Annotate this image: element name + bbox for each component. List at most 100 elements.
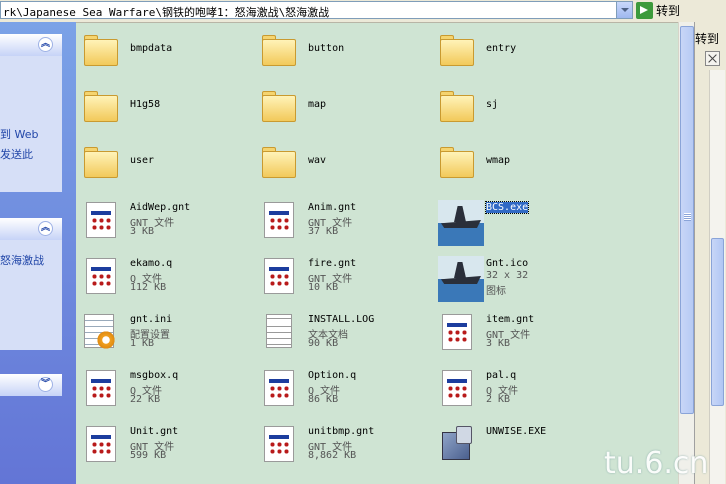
file-name: wmap (486, 155, 511, 166)
address-bar: rk\Japanese Sea Warfare\钢铁的咆哮1：怒海激战\怒海激战… (0, 0, 726, 23)
file-item[interactable]: AidWep.gnt GNT 文件 3 KB (76, 194, 246, 246)
file-name: msgbox.q (130, 370, 179, 381)
file-name: sj (486, 99, 499, 110)
folder-icon (438, 88, 478, 128)
file-item[interactable]: BCS.exe (432, 194, 602, 246)
gnt-window-icon (260, 368, 300, 408)
file-name: entry (486, 43, 517, 54)
folder-icon (438, 32, 478, 72)
collapse-chevron-icon[interactable]: ︽ (38, 221, 53, 236)
file-name: BCS.exe (484, 201, 530, 214)
file-type: 32 x 32 (486, 270, 529, 281)
file-size: 2 KB (486, 394, 511, 405)
background-scrollbar-thumb[interactable] (711, 238, 724, 406)
folder-icon (438, 144, 478, 184)
file-item[interactable]: map (254, 82, 424, 134)
tasks-panel-body: 到 Web 发送此 (0, 56, 62, 192)
go-button[interactable]: 转到 (636, 1, 680, 19)
folder-icon (260, 88, 300, 128)
file-name: map (308, 99, 327, 110)
file-item[interactable]: sj (432, 82, 602, 134)
file-item[interactable]: gnt.ini 配置设置 1 KB (76, 306, 246, 358)
background-window: 转到 (694, 22, 726, 484)
gnt-window-icon (260, 256, 300, 296)
task-pane: ︽ 到 Web 发送此 ︽ 怒海激战 ︾ (0, 22, 76, 484)
folder-icon (260, 144, 300, 184)
file-item[interactable]: INSTALL.LOG 文本文档 90 KB (254, 306, 424, 358)
file-item[interactable]: UNWISE.EXE (432, 418, 602, 470)
file-view: bmpdata button entry H1g58 map sj user wav wmap A… (76, 22, 678, 484)
gnt-window-icon (260, 200, 300, 240)
watermark: tu.6.cn (604, 446, 709, 481)
file-name: H1g58 (130, 99, 161, 110)
file-name: UNWISE.EXE (486, 426, 547, 437)
scrollbar-grip-icon (684, 213, 691, 221)
file-item[interactable]: entry (432, 26, 602, 78)
file-item[interactable]: wmap (432, 138, 602, 190)
file-name: AidWep.gnt (130, 202, 191, 213)
file-size: 3 KB (486, 338, 511, 349)
file-item[interactable]: msgbox.q Q 文件 22 KB (76, 362, 246, 414)
file-size: 599 KB (130, 450, 167, 461)
file-item[interactable]: H1g58 (76, 82, 246, 134)
file-name: bmpdata (130, 43, 173, 54)
file-size: 1 KB (130, 338, 155, 349)
file-size: 112 KB (130, 282, 167, 293)
file-size: 8,862 KB (308, 450, 357, 461)
file-item[interactable]: Anim.gnt GNT 文件 37 KB (254, 194, 424, 246)
file-item[interactable]: Unit.gnt GNT 文件 599 KB (76, 418, 246, 470)
file-size: 图标 (486, 286, 506, 297)
file-item[interactable]: wav (254, 138, 424, 190)
panel-header-places[interactable]: ︽ (0, 218, 62, 240)
file-name: pal.q (486, 370, 517, 381)
file-item[interactable]: user (76, 138, 246, 190)
gnt-window-icon (82, 368, 122, 408)
expand-chevron-icon[interactable]: ︾ (38, 377, 53, 392)
places-panel-body: 怒海激战 (0, 240, 62, 350)
address-dropdown-icon[interactable] (616, 2, 632, 18)
file-item[interactable]: unitbmp.gnt GNT 文件 8,862 KB (254, 418, 424, 470)
place-link[interactable]: 怒海激战 (0, 252, 44, 268)
close-icon[interactable] (705, 51, 720, 66)
file-name: item.gnt (486, 314, 535, 325)
gnt-window-icon (82, 200, 122, 240)
file-name: Anim.gnt (308, 202, 357, 213)
background-scrollbar[interactable] (709, 70, 725, 484)
file-item[interactable]: pal.q Q 文件 2 KB (432, 362, 602, 414)
battleship-icon (438, 256, 484, 302)
file-name: Gnt.ico (486, 258, 529, 269)
file-item[interactable]: button (254, 26, 424, 78)
file-size: 86 KB (308, 394, 339, 405)
publish-web-link[interactable]: 到 Web (0, 126, 38, 142)
scrollbar-thumb[interactable] (680, 26, 694, 414)
file-item[interactable]: Option.q Q 文件 86 KB (254, 362, 424, 414)
text-file-icon (260, 312, 300, 352)
folder-icon (82, 144, 122, 184)
installer-icon (438, 424, 478, 464)
gnt-window-icon (82, 256, 122, 296)
panel-header-details[interactable]: ︾ (0, 374, 62, 396)
file-item[interactable]: Gnt.ico 32 x 32 图标 (432, 250, 602, 302)
collapse-chevron-icon[interactable]: ︽ (38, 37, 53, 52)
ini-gear-icon (82, 312, 122, 352)
file-size: 22 KB (130, 394, 161, 405)
file-size: 90 KB (308, 338, 339, 349)
file-name: button (308, 43, 345, 54)
file-item[interactable]: fire.gnt GNT 文件 10 KB (254, 250, 424, 302)
send-link[interactable]: 发送此 (0, 146, 33, 162)
folder-icon (260, 32, 300, 72)
file-name: unitbmp.gnt (308, 426, 375, 437)
folder-icon (82, 32, 122, 72)
gnt-window-icon (438, 368, 478, 408)
file-item[interactable]: bmpdata (76, 26, 246, 78)
panel-header-tasks[interactable]: ︽ (0, 34, 62, 56)
background-window-title: 转到 (695, 32, 720, 46)
file-name: INSTALL.LOG (308, 314, 375, 325)
file-item[interactable]: ekamo.q Q 文件 112 KB (76, 250, 246, 302)
file-name: gnt.ini (130, 314, 173, 325)
file-name: ekamo.q (130, 258, 173, 269)
address-input[interactable]: rk\Japanese Sea Warfare\钢铁的咆哮1：怒海激战\怒海激战 (0, 1, 633, 19)
go-arrow-icon (636, 1, 653, 19)
vertical-scrollbar[interactable] (678, 22, 695, 484)
file-item[interactable]: item.gnt GNT 文件 3 KB (432, 306, 602, 358)
